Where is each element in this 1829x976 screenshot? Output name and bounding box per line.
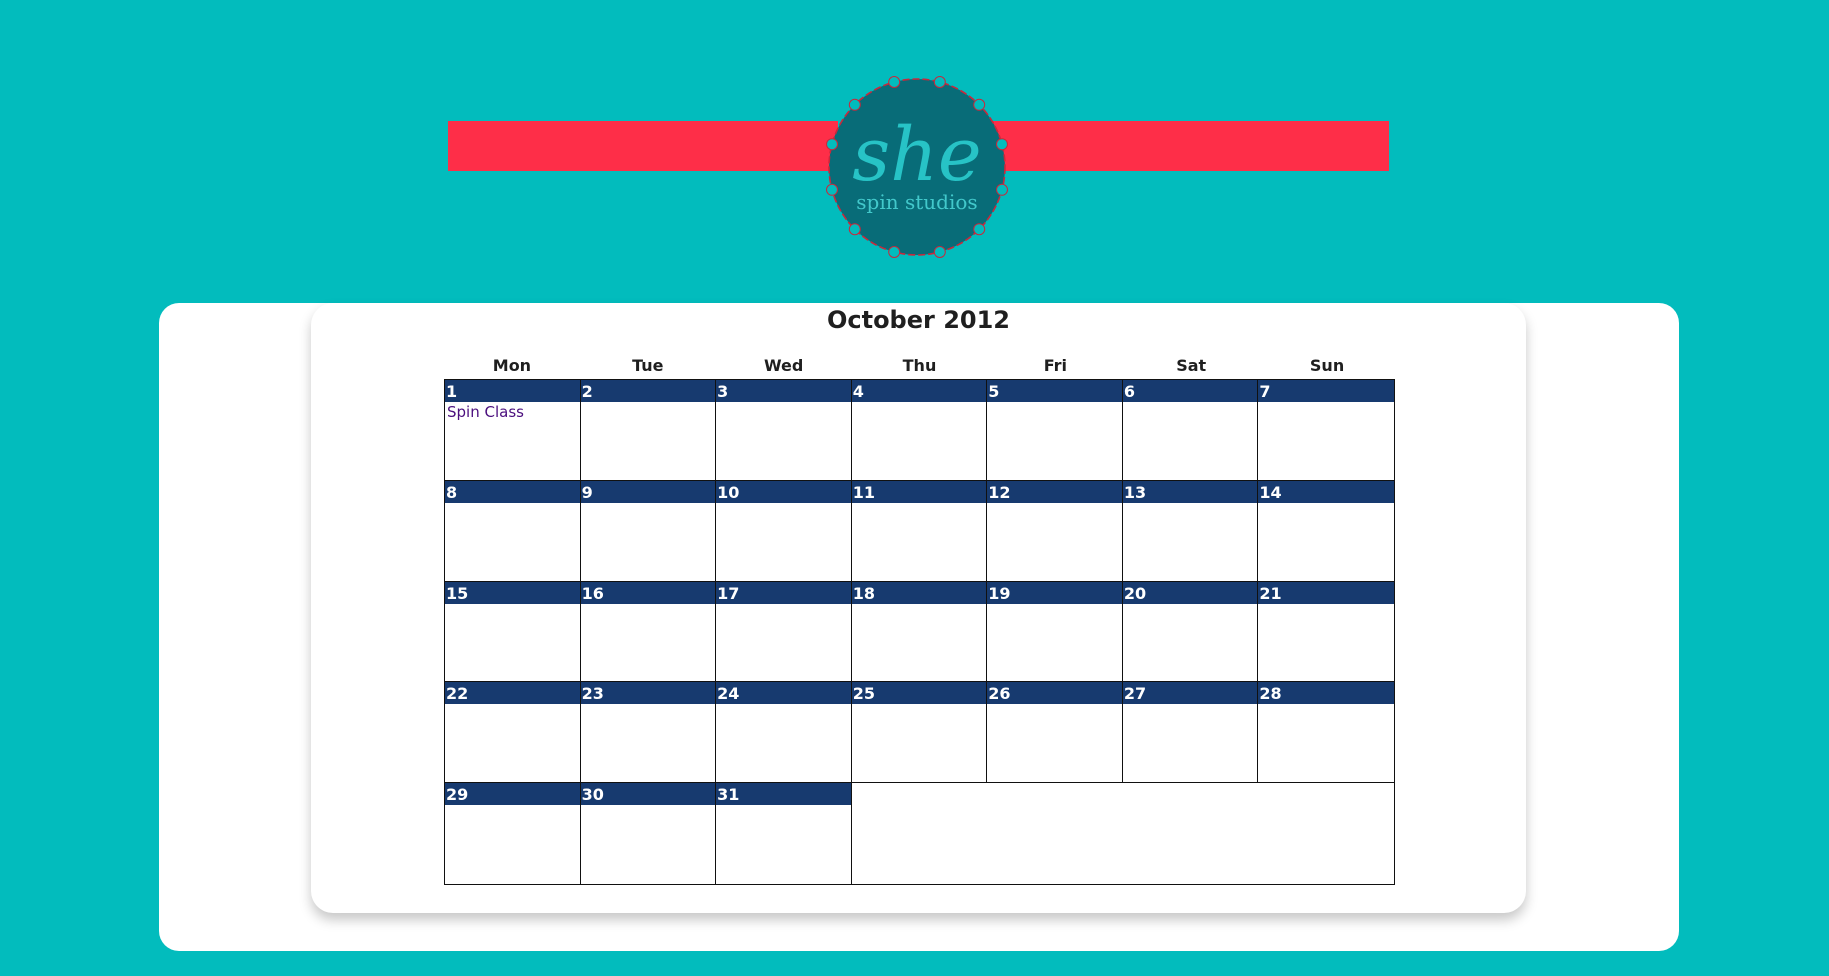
day-number: 30 [580, 783, 716, 806]
badge-notch [848, 223, 861, 236]
badge-notch [973, 223, 986, 236]
day-number: 22 [445, 682, 580, 705]
day-number: 17 [716, 581, 851, 604]
calendar-day-cell[interactable]: 14 [1258, 480, 1394, 582]
calendar-day-cell[interactable]: 25 [851, 682, 988, 784]
calendar-day-cell[interactable]: 21 [1258, 581, 1394, 683]
weekday-label: Thu [902, 356, 937, 375]
calendar-day-cell[interactable]: 17 [716, 581, 852, 683]
calendar-day-cell[interactable]: 5 [987, 380, 1123, 481]
calendar-day-cell[interactable]: 4 [851, 380, 988, 481]
calendar-day-cell[interactable]: 3 [716, 380, 852, 481]
calendar-day-cell[interactable]: 11 [851, 480, 988, 582]
header-banner-right [990, 121, 1389, 171]
calendar-day-cell[interactable]: 24 [716, 682, 852, 784]
day-number: 5 [987, 380, 1122, 402]
day-number: 28 [1258, 682, 1394, 705]
badge-notch [826, 138, 838, 151]
day-number: 26 [987, 682, 1122, 705]
day-number: 13 [1122, 480, 1258, 503]
badge-notch [888, 76, 901, 88]
day-number: 25 [851, 682, 987, 705]
day-number: 12 [987, 480, 1122, 503]
calendar-day-cell[interactable]: 6 [1122, 380, 1259, 481]
calendar-day-cell[interactable]: 22 [445, 682, 581, 784]
day-number: 23 [580, 682, 716, 705]
calendar-day-cell[interactable]: 23 [580, 682, 717, 784]
calendar-day-cell[interactable]: 20 [1122, 581, 1259, 683]
calendar-day-cell[interactable]: 18 [851, 581, 988, 683]
calendar-day-cell[interactable]: 15 [445, 581, 581, 683]
day-number: 3 [716, 380, 851, 402]
day-number: 10 [716, 480, 851, 503]
calendar-day-cell[interactable]: 19 [987, 581, 1123, 683]
day-number: 29 [445, 783, 580, 806]
calendar-day-cell[interactable]: 7 [1258, 380, 1394, 481]
day-number: 21 [1258, 581, 1394, 604]
weekday-label: Tue [632, 356, 664, 375]
calendar-day-cell[interactable]: 16 [580, 581, 717, 683]
calendar-empty-area [852, 783, 1394, 884]
weekday-header-row: Mon Tue Wed Thu Fri Sat Sun [444, 354, 1395, 378]
day-number: 8 [445, 480, 580, 503]
day-number: 20 [1122, 581, 1258, 604]
badge-notch [933, 246, 946, 258]
calendar-day-cell[interactable]: 28 [1258, 682, 1394, 784]
calendar-day-cell[interactable]: 12 [987, 480, 1123, 582]
weekday-label: Sun [1309, 356, 1345, 375]
weekday-label: Sat [1176, 356, 1207, 375]
weekday-label: Fri [1043, 356, 1067, 375]
day-number: 2 [580, 380, 716, 402]
calendar-day-cell[interactable]: 29 [445, 783, 581, 884]
day-number: 9 [580, 480, 716, 503]
she-spin-studios-logo[interactable]: she spin studios [822, 72, 1012, 262]
day-number: 19 [987, 581, 1122, 604]
logo-tagline: spin studios [856, 190, 977, 214]
badge-notch [996, 183, 1008, 196]
badge-notch [996, 138, 1008, 151]
weekday-label: Wed [763, 356, 804, 375]
calendar-day-cell[interactable]: 26 [987, 682, 1123, 784]
calendar-day-cell[interactable]: 2 [580, 380, 717, 481]
calendar-day-cell[interactable]: 27 [1122, 682, 1259, 784]
logo-wordmark: she [852, 112, 981, 198]
badge-notch [888, 246, 901, 258]
calendar-day-cell[interactable]: 10 [716, 480, 852, 582]
weekday-label: Mon [492, 356, 532, 375]
calendar-day-cell[interactable]: 30 [580, 783, 717, 884]
badge-notch [933, 76, 946, 88]
day-number: 7 [1258, 380, 1394, 402]
calendar-grid: 1 Spin Class 2 3 4 5 6 7 8 9 10 11 12 13 14 15 16 17 18 19 2… [444, 379, 1395, 885]
day-number: 16 [580, 581, 716, 604]
calendar-day-cell[interactable]: 1 Spin Class [445, 380, 581, 481]
day-number: 18 [851, 581, 987, 604]
calendar-day-cell[interactable]: 31 [716, 783, 852, 884]
calendar-day-cell[interactable]: 8 [445, 480, 581, 582]
day-number: 11 [851, 480, 987, 503]
calendar-title: October 2012 [826, 306, 1011, 334]
calendar-event-link[interactable]: Spin Class [445, 402, 580, 422]
day-number: 6 [1122, 380, 1258, 402]
badge-notch [973, 98, 986, 111]
badge-notch [848, 98, 861, 111]
header-banner-left [448, 121, 838, 171]
day-number: 15 [445, 581, 580, 604]
badge-notch [826, 183, 838, 196]
calendar-day-cell[interactable]: 13 [1122, 480, 1259, 582]
calendar-day-cell[interactable]: 9 [580, 480, 717, 582]
day-number: 27 [1122, 682, 1258, 705]
day-number: 31 [716, 783, 851, 806]
day-number: 24 [716, 682, 851, 705]
day-number: 1 [445, 380, 580, 402]
day-number: 4 [851, 380, 987, 402]
day-number: 14 [1258, 480, 1394, 503]
